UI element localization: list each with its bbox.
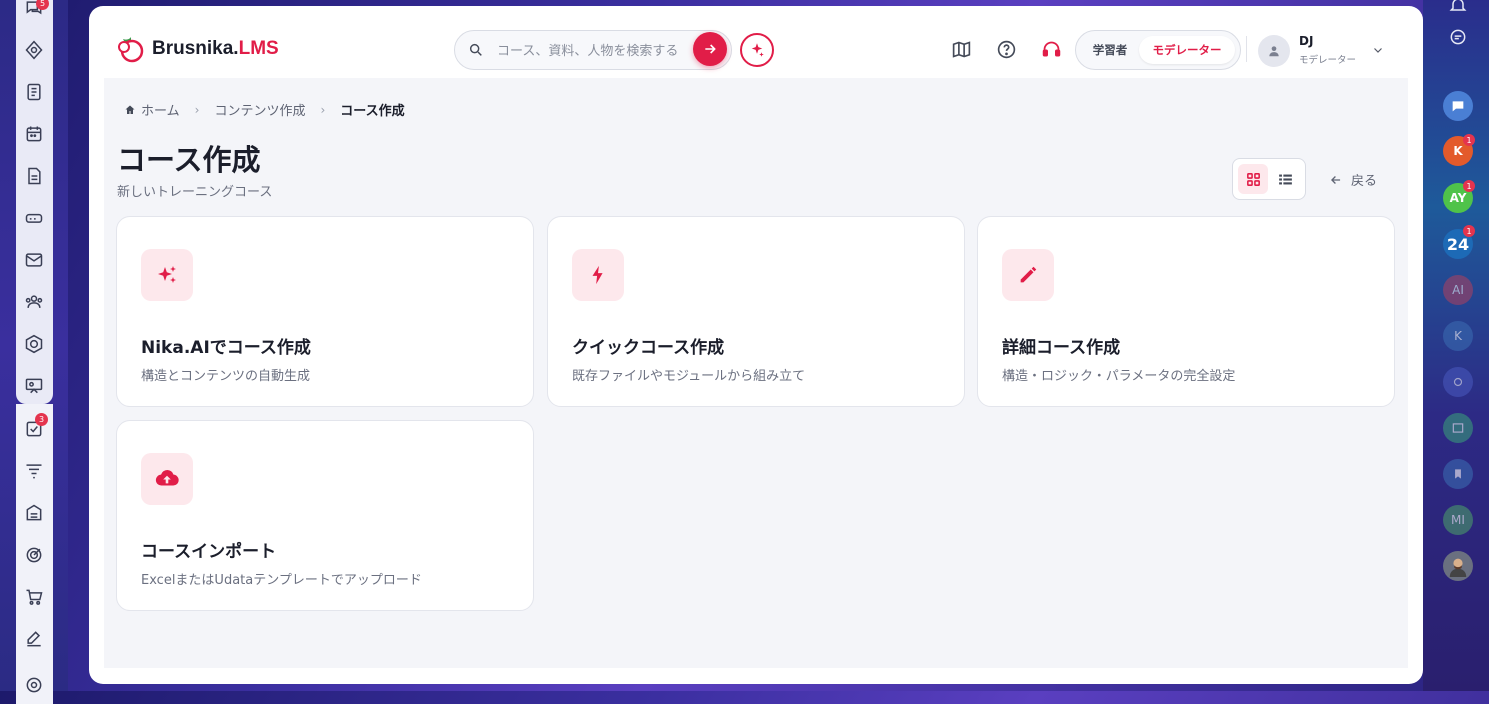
sparkles-icon (141, 249, 193, 301)
back-label: 戻る (1351, 174, 1378, 189)
search-icon (469, 43, 482, 56)
filter-icon[interactable] (22, 459, 46, 483)
brusnika-logo-icon (118, 37, 144, 63)
ai-assistant-button[interactable] (740, 33, 774, 67)
contact-avatar-k2[interactable]: K (1443, 321, 1473, 351)
main-window: Brusnika.LMS 学習者 モデレーター (89, 6, 1423, 684)
contact-photo-avatar[interactable] (1443, 551, 1473, 581)
logo-text: Brusnika.LMS (152, 38, 279, 59)
user-role: モデレーター (1299, 55, 1357, 66)
mail-icon[interactable] (22, 248, 46, 272)
presentation-icon[interactable] (22, 374, 46, 398)
card-quick-course[interactable]: クイックコース作成 既存ファイルやモジュールから組み立て (547, 216, 965, 407)
breadcrumb-home[interactable]: ホーム (141, 100, 180, 119)
notebook-icon[interactable] (22, 80, 46, 104)
arrow-left-icon (1331, 175, 1341, 184)
card-title: 詳細コース作成 (1002, 338, 1121, 358)
card-title: Nika.AIでコース作成 (141, 338, 311, 358)
topbar-divider (1246, 36, 1247, 62)
support-chat-icon[interactable] (1443, 22, 1473, 52)
card-ai-course[interactable]: Nika.AIでコース作成 構造とコンテンツの自動生成 (116, 216, 534, 407)
sparkles-icon (751, 43, 764, 57)
hexagon-icon[interactable] (22, 332, 46, 356)
help-icon[interactable] (994, 37, 1018, 61)
user-menu[interactable]: DJ モデレーター (1258, 32, 1388, 70)
compass-icon[interactable] (22, 38, 46, 62)
messages-avatar-icon[interactable] (1443, 91, 1473, 121)
breadcrumb-separator-icon: › (194, 102, 200, 117)
list-icon (1278, 174, 1292, 184)
search-submit-button[interactable] (693, 32, 727, 66)
card-description: ExcelまたはUdataテンプレートでアップロード (141, 573, 422, 588)
settings-icon[interactable] (22, 673, 46, 697)
contact-k-badge: 1 (1463, 134, 1475, 146)
breadcrumb: ホーム › コンテンツ作成 › コース作成 (124, 100, 405, 119)
card-description: 既存ファイルやモジュールから組み立て (572, 369, 806, 384)
contact-ay-badge: 1 (1463, 180, 1475, 192)
back-button[interactable]: 戻る (1329, 170, 1377, 189)
grid-view-button[interactable] (1238, 164, 1268, 194)
role-learner-tab[interactable]: 学習者 (1082, 36, 1138, 64)
role-moderator-tab[interactable]: モデレーター (1139, 36, 1235, 64)
chevron-down-icon (1374, 48, 1382, 53)
card-title: クイックコース作成 (572, 338, 725, 358)
support-headset-icon[interactable] (1039, 37, 1063, 61)
app-logo[interactable]: Brusnika.LMS (116, 34, 279, 64)
breadcrumb-content[interactable]: コンテンツ作成 (214, 100, 305, 119)
card-course-import[interactable]: コースインポート ExcelまたはUdataテンプレートでアップロード (116, 420, 534, 611)
target-icon[interactable] (22, 543, 46, 567)
breadcrumb-current: コース作成 (340, 104, 405, 119)
pencil-icon (1002, 249, 1054, 301)
content-area: ホーム › コンテンツ作成 › コース作成 コース作成 新しいトレーニングコース… (104, 78, 1408, 668)
search-box (454, 30, 732, 70)
bookmark-avatar-icon[interactable] (1443, 459, 1473, 489)
users-icon[interactable] (22, 290, 46, 314)
cloud-upload-icon (141, 453, 193, 505)
archive-icon[interactable] (22, 501, 46, 525)
card-title: コースインポート (141, 542, 277, 562)
calendar-avatar-icon[interactable] (1443, 413, 1473, 443)
top-bar: Brusnika.LMS 学習者 モデレーター (104, 6, 1408, 79)
group-avatar-icon[interactable] (1443, 367, 1473, 397)
role-switcher: 学習者 モデレーター (1075, 30, 1241, 70)
contact-avatar-mi[interactable]: MI (1443, 505, 1473, 535)
page-subtitle: 新しいトレーニングコース (117, 185, 273, 200)
contact-avatar-ai[interactable]: AI (1443, 275, 1473, 305)
calendar-icon[interactable] (22, 122, 46, 146)
left-sidebar: 5 3 (0, 0, 68, 704)
search-input[interactable] (495, 39, 689, 63)
user-icon (1269, 46, 1279, 57)
grid-icon (1246, 172, 1260, 186)
app-24-badge: 1 (1463, 225, 1475, 237)
user-name: DJ (1299, 34, 1314, 48)
edit-icon[interactable] (22, 627, 46, 651)
card-description: 構造とコンテンツの自動生成 (141, 369, 311, 384)
home-icon (125, 105, 135, 114)
storage-icon[interactable] (22, 206, 46, 230)
list-view-button[interactable] (1270, 164, 1300, 194)
lightning-icon (572, 249, 624, 301)
card-description: 構造・ロジック・パラメータの完全設定 (1002, 369, 1236, 384)
arrow-right-icon (705, 44, 716, 54)
cart-icon[interactable] (22, 585, 46, 609)
tasks-badge: 3 (35, 413, 48, 426)
page-title: コース作成 (117, 143, 261, 177)
map-icon[interactable] (949, 37, 973, 61)
view-toggle (1232, 158, 1306, 200)
document-icon[interactable] (22, 164, 46, 188)
card-detailed-course[interactable]: 詳細コース作成 構造・ロジック・パラメータの完全設定 (977, 216, 1395, 407)
avatar (1258, 35, 1290, 67)
breadcrumb-separator-icon: › (320, 102, 326, 117)
